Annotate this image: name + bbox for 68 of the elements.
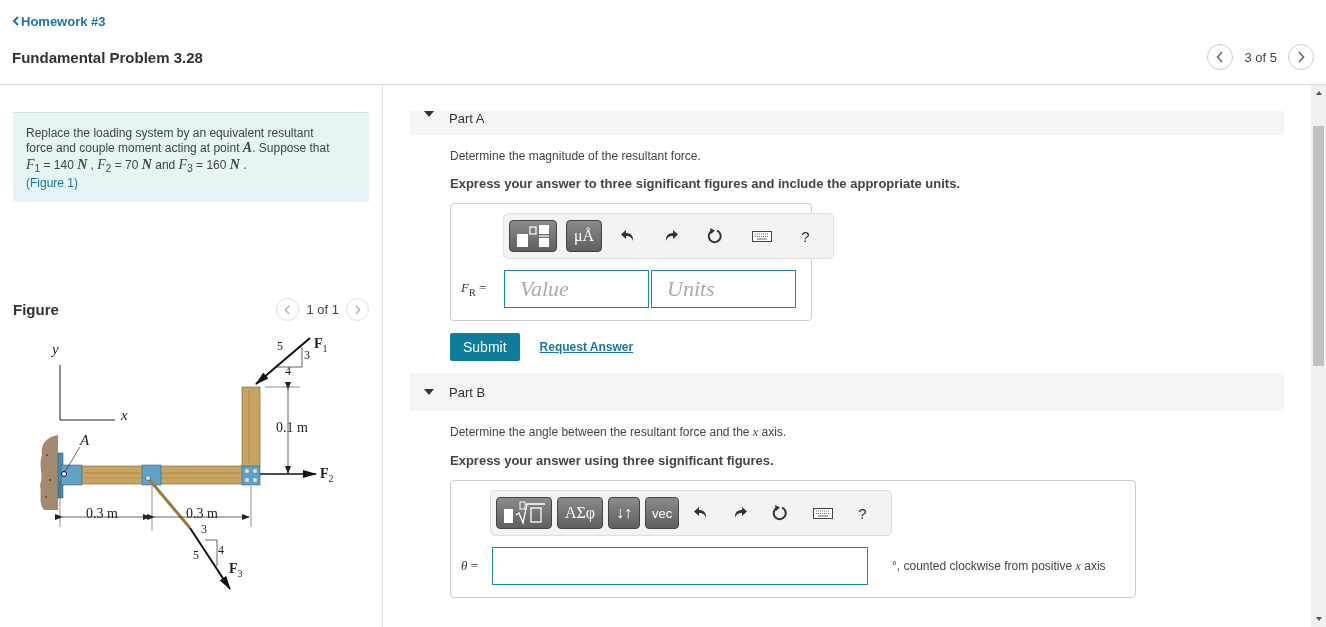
undo-icon <box>621 230 636 242</box>
vector-button[interactable]: vec <box>645 497 680 529</box>
force-arrow <box>259 470 317 478</box>
dimension-label: 0.1 m <box>276 421 308 435</box>
question-text: Determine the angle between the resultant force and the x axis. <box>450 425 788 440</box>
help-button[interactable]: ? <box>791 220 820 252</box>
slope-label: 3 <box>201 523 207 535</box>
force-label: F$_{1}$ <box>314 337 328 354</box>
force-arrow <box>189 527 231 590</box>
question-text: Determine the magnitude of the resultant force. <box>450 149 702 163</box>
template-button[interactable] <box>509 220 557 252</box>
keyboard-icon <box>752 230 773 242</box>
part-title: Part A <box>449 111 485 126</box>
instruction-text: Express your answer to three significant figures and include the appropriate units. <box>450 176 961 191</box>
submit-button[interactable]: Submit <box>450 333 520 361</box>
force-label: F$_{3}$ <box>229 562 243 579</box>
undo-icon <box>694 507 709 519</box>
part-header[interactable]: Part A <box>410 111 1284 135</box>
keyboard-icon <box>813 507 834 519</box>
chevron-left-icon <box>1216 51 1225 63</box>
chevron-left-icon <box>12 16 19 26</box>
redo-icon <box>664 230 679 242</box>
back-link[interactable]: Homework #3 <box>12 14 106 29</box>
figure-heading: Figure <box>13 301 59 318</box>
axis-label: x <box>121 408 128 423</box>
chevron-right-icon <box>354 304 361 315</box>
chevron-right-icon <box>1297 51 1305 63</box>
slope-label: 4 <box>285 365 291 377</box>
page-counter: 1 of 1 <box>306 302 339 317</box>
slope-label: 5 <box>193 549 199 561</box>
symbol-button[interactable]: μÅ <box>566 220 603 252</box>
reset-icon <box>707 228 724 244</box>
dimension-label: 0.3 m <box>186 507 218 521</box>
instruction-text: Express your answer using three significant figures. <box>450 453 775 468</box>
page-title: Fundamental Problem 3.28 <box>12 48 203 66</box>
slope-label: 4 <box>218 544 224 556</box>
page-counter: 3 of 5 <box>1244 49 1277 65</box>
answer-label: F$_{R}$ = <box>461 280 488 298</box>
part-header[interactable]: Part B <box>410 373 1284 411</box>
axis-label: y <box>52 342 59 357</box>
unit-note: °, counted clockwise from positive x axis <box>892 558 1106 574</box>
request-answer-link[interactable]: Request Answer <box>539 340 634 354</box>
problem-text: Replace the loading system by an equivalent resultant force and couple moment acting at point A. Suppose that F$_{1}$ = 140 N , F$_{2}$ = 70 N and F$_{3}$ = 160 N . (Figure 1) <box>26 126 339 190</box>
reset-icon <box>772 505 789 521</box>
chevron-left-icon <box>284 304 292 315</box>
part-title: Part B <box>449 384 486 400</box>
scrollbar[interactable] <box>1311 85 1326 627</box>
figure-link[interactable]: (Figure 1) <box>26 175 339 190</box>
slope-label: 3 <box>304 349 310 361</box>
symbol-button[interactable]: ΑΣφ <box>557 497 604 529</box>
answer-field[interactable]: Units <box>651 270 796 308</box>
force-arrow <box>255 337 311 385</box>
fraction-template-icon <box>515 224 551 248</box>
next-button[interactable] <box>1288 44 1314 70</box>
coordinate-axes <box>59 364 116 421</box>
force-label: F$_{2}$ <box>320 467 334 484</box>
help-button[interactable]: ? <box>848 497 877 529</box>
point-label: A <box>80 433 90 448</box>
answer-label: θ = <box>461 558 479 574</box>
template-button[interactable] <box>496 497 552 529</box>
redo-icon <box>733 507 748 519</box>
root-template-icon <box>502 501 546 525</box>
answer-field[interactable] <box>492 547 868 585</box>
answer-field[interactable]: Value <box>504 270 649 308</box>
symbol-button[interactable]: ↓↑ <box>608 497 641 529</box>
slope-label: 5 <box>277 340 283 352</box>
dimension-label: 0.3 m <box>86 507 118 521</box>
previous-button[interactable] <box>1207 44 1234 70</box>
